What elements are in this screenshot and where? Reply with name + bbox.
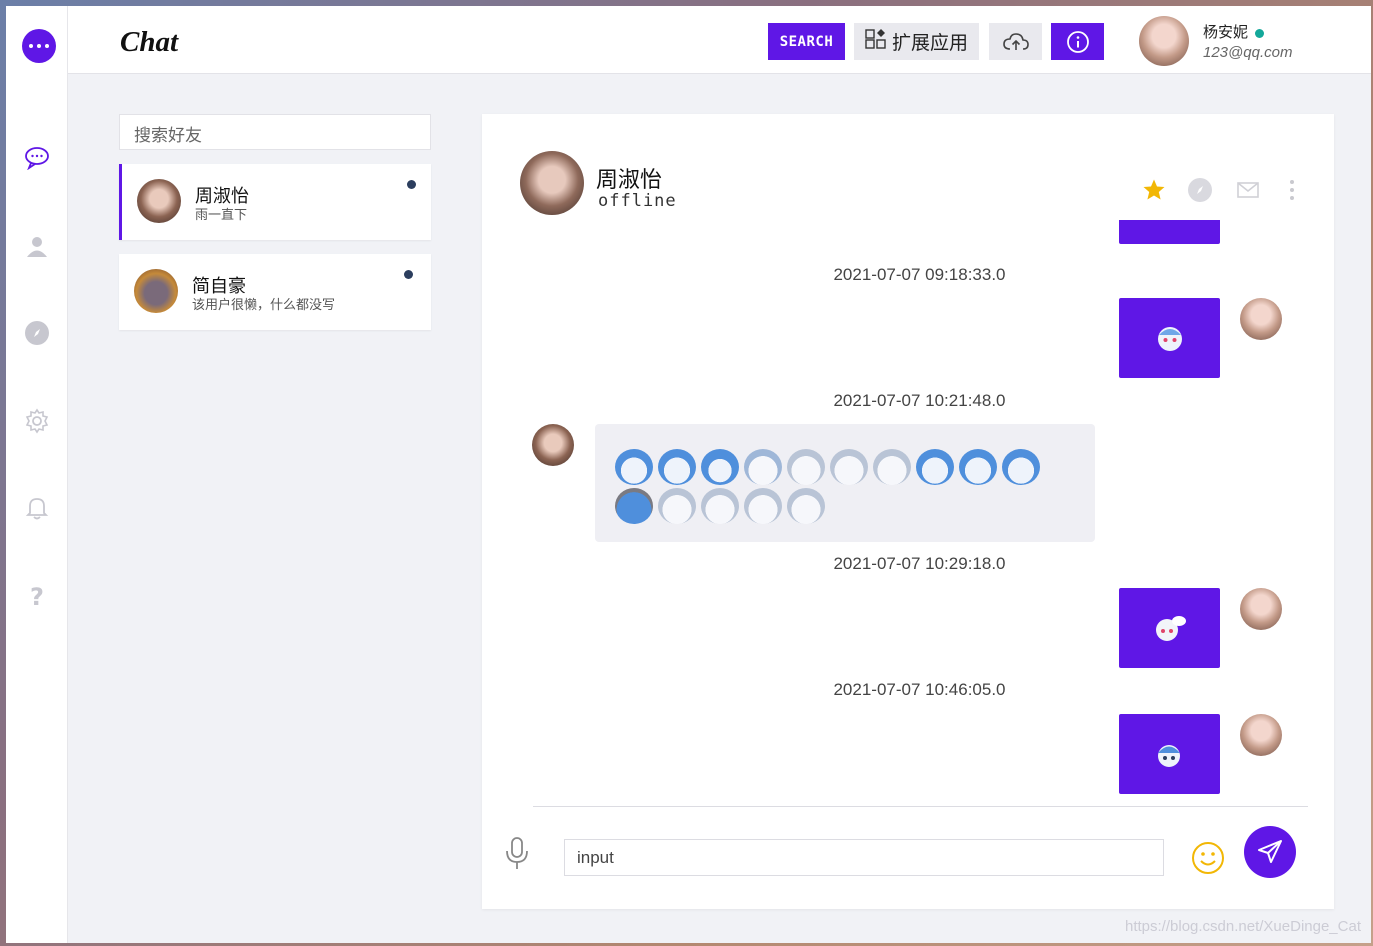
- online-status-dot: [1255, 28, 1265, 38]
- image-message[interactable]: [1119, 220, 1220, 244]
- friend-item[interactable]: 周淑怡 雨一直下: [119, 164, 431, 240]
- sticker-icon: [615, 488, 653, 524]
- sticker-icon: [615, 449, 653, 485]
- friend-search-input[interactable]: 搜索好友: [119, 114, 431, 150]
- current-user-email: 123@qq.com: [1203, 44, 1293, 61]
- info-button[interactable]: [1051, 23, 1104, 60]
- sticker-icon: [701, 488, 739, 524]
- sticker-icon: [787, 449, 825, 485]
- message-timestamp: 2021-07-07 10:46:05.0: [833, 680, 1006, 699]
- bell-icon[interactable]: [23, 494, 51, 522]
- sender-avatar: [1240, 588, 1282, 630]
- sticker-icon: [873, 449, 911, 485]
- cloud-upload-button[interactable]: [989, 23, 1042, 60]
- watermark-text: https://blog.csdn.net/XueDinge_Cat: [1125, 918, 1361, 935]
- sticker-icon: [1157, 745, 1180, 767]
- message-input[interactable]: input: [564, 839, 1164, 876]
- chat-contact-status: offline: [598, 191, 677, 211]
- extensions-label: 扩展应用: [891, 33, 968, 54]
- message-timestamp: 2021-07-07 10:21:48.0: [833, 391, 1006, 410]
- sticker-icon: [959, 449, 997, 485]
- sender-avatar: [1240, 298, 1282, 340]
- chat-app: ? Chat SEARCH 扩展应用 杨安妮 123@qq.com 搜索好友 周…: [6, 6, 1371, 943]
- sticker-icon: [1155, 616, 1186, 641]
- top-header: Chat SEARCH 扩展应用 杨安妮 123@qq.com: [68, 6, 1371, 74]
- sticker-icon: [787, 488, 825, 524]
- receiver-avatar: [532, 424, 574, 466]
- mail-icon[interactable]: [1234, 176, 1262, 204]
- sticker-icon: [701, 449, 739, 485]
- friend-avatar: [134, 269, 178, 313]
- chat-contact-avatar: [520, 151, 584, 215]
- sticker-icon: [830, 449, 868, 485]
- send-button[interactable]: [1244, 826, 1296, 878]
- sticker-icon: [744, 488, 782, 524]
- app-brand: Chat: [120, 26, 179, 58]
- chat-contact-name: 周淑怡: [596, 167, 663, 192]
- friend-signature: 该用户很懒，什么都没写: [192, 297, 336, 312]
- nav-rail: ?: [6, 6, 68, 943]
- composer-divider: [533, 806, 1308, 807]
- search-button[interactable]: SEARCH: [768, 23, 845, 60]
- info-icon: [1066, 30, 1089, 53]
- friend-signature: 雨一直下: [195, 207, 248, 222]
- microphone-icon[interactable]: [502, 836, 532, 872]
- current-user-avatar[interactable]: [1139, 16, 1189, 66]
- send-paper-plane-icon: [1258, 840, 1282, 863]
- friend-item[interactable]: 简自豪 该用户很懒，什么都没写: [119, 254, 431, 330]
- sticker-icon: [916, 449, 954, 485]
- sticker-icon: [658, 488, 696, 524]
- emoji-smile-icon[interactable]: [1191, 841, 1225, 875]
- extensions-button[interactable]: 扩展应用: [854, 23, 979, 60]
- user-icon[interactable]: [23, 232, 51, 260]
- cloud-upload-icon: [1002, 32, 1029, 50]
- compass-icon[interactable]: [1186, 176, 1214, 204]
- message-list[interactable]: 2021-07-07 09:18:33.0 2021-07-07 10:21:4…: [482, 220, 1334, 808]
- sticker-row: [615, 488, 1075, 524]
- sticker-row: [615, 449, 1075, 485]
- sticker-icon: [658, 449, 696, 485]
- message-timestamp: 2021-07-07 09:18:33.0: [833, 265, 1006, 284]
- message-timestamp: 2021-07-07 10:29:18.0: [833, 554, 1006, 573]
- image-message[interactable]: [1119, 588, 1220, 668]
- sender-avatar: [1240, 714, 1282, 756]
- current-user-name: 杨安妮: [1203, 21, 1265, 42]
- svg-text:?: ?: [30, 583, 44, 609]
- help-question-icon[interactable]: ?: [23, 582, 51, 610]
- sticker-icon: [744, 449, 782, 485]
- image-message[interactable]: [1119, 714, 1220, 794]
- app-grid-icon: [865, 28, 889, 56]
- sticker-icon: [1002, 449, 1040, 485]
- friend-avatar: [137, 179, 181, 223]
- sticker-icon: [1157, 327, 1182, 351]
- app-logo-icon[interactable]: [22, 29, 56, 63]
- settings-gear-icon[interactable]: [23, 407, 51, 435]
- sticker-message[interactable]: [595, 424, 1095, 542]
- image-message[interactable]: [1119, 298, 1220, 378]
- unread-dot: [404, 270, 413, 279]
- unread-dot: [407, 180, 416, 189]
- chat-bubbles-icon[interactable]: [23, 144, 51, 172]
- chat-window: 周淑怡 offline 2021-07-07 09:18:33.0 2021-0…: [482, 114, 1334, 909]
- star-icon[interactable]: [1140, 176, 1168, 204]
- compass-icon[interactable]: [23, 319, 51, 347]
- more-options-icon[interactable]: [1282, 176, 1302, 204]
